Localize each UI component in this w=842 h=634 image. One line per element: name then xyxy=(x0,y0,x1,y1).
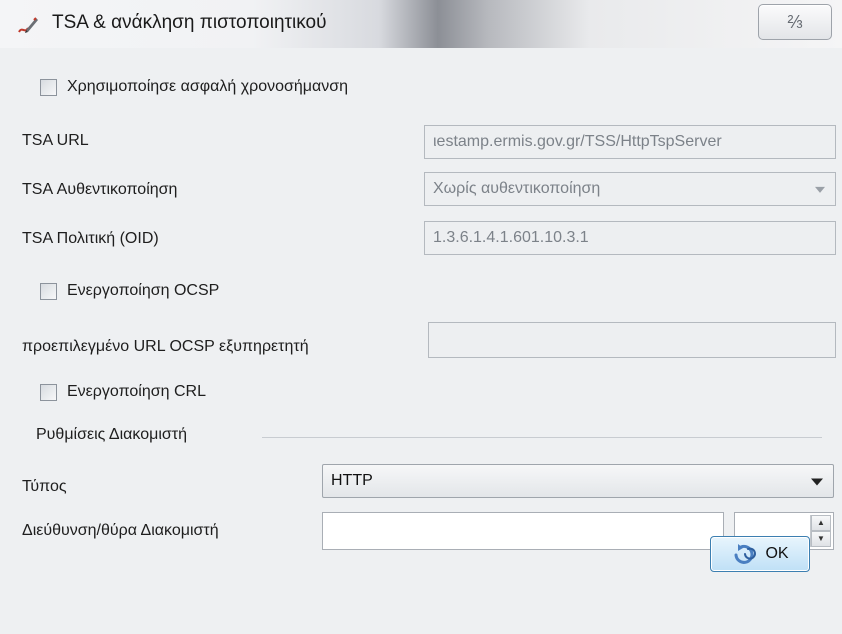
spin-down-icon[interactable]: ▼ xyxy=(811,531,831,547)
title-bar[interactable]: TSA & ανάκληση πιστοποιητικού ⅔ xyxy=(0,0,842,49)
server-address-label: Διεύθυνση/θύρα Διακομιστή xyxy=(22,522,219,539)
secure-timestamp-checkbox-row[interactable]: Χρησιμοποίησε ασφαλή χρονοσήμανση xyxy=(40,78,348,96)
close-icon: ⅔ xyxy=(787,11,803,32)
crl-checkbox[interactable] xyxy=(40,383,57,401)
spin-up-icon[interactable]: ▲ xyxy=(811,515,831,531)
secure-timestamp-checkbox[interactable] xyxy=(40,78,57,96)
tsa-policy-value: 1.3.6.1.4.1.601.10.3.1 xyxy=(433,229,589,246)
ocsp-checkbox-row[interactable]: Ενεργοποίηση OCSP xyxy=(40,282,219,300)
chevron-down-icon xyxy=(815,186,825,193)
tsa-auth-value: Χωρίς αυθεντικοποίηση xyxy=(433,180,601,197)
secure-timestamp-label: Χρησιμοποίησε ασφαλή χρονοσήμανση xyxy=(67,78,349,95)
tsa-auth-select[interactable]: Χωρίς αυθεντικοποίηση xyxy=(424,172,836,206)
group-divider xyxy=(262,437,822,438)
server-type-value: HTTP xyxy=(331,472,373,489)
window-title: TSA & ανάκληση πιστοποιητικού xyxy=(52,12,327,33)
tsa-url-value: ιestamp.ermis.gov.gr/TSS/HttpTspServer xyxy=(433,133,722,150)
port-spin-buttons: ▲ ▼ xyxy=(810,515,831,547)
tsa-dialog-window: TSA & ανάκληση πιστοποιητικού ⅔ Χρησιμοπ… xyxy=(0,0,842,634)
server-type-label: Τύπος xyxy=(22,478,67,495)
tsa-url-input[interactable]: ιestamp.ermis.gov.gr/TSS/HttpTspServer xyxy=(424,125,836,159)
ocsp-url-label: προεπιλεγμένο URL OCSP εξυπηρετητή xyxy=(22,338,309,355)
close-button[interactable]: ⅔ xyxy=(758,4,832,40)
server-address-input[interactable] xyxy=(322,512,724,550)
server-type-select[interactable]: HTTP xyxy=(322,464,834,498)
ocsp-url-input[interactable] xyxy=(428,322,836,358)
pen-signature-icon xyxy=(18,17,38,33)
ocsp-label: Ενεργοποίηση OCSP xyxy=(67,282,220,299)
tsa-auth-label: TSA Αυθεντικοποίηση xyxy=(22,181,178,198)
server-settings-title: Ρυθμίσεις Διακομιστή xyxy=(36,426,187,443)
ocsp-checkbox[interactable] xyxy=(40,282,57,300)
tsa-policy-input[interactable]: 1.3.6.1.4.1.601.10.3.1 xyxy=(424,221,836,255)
refresh-arrow-icon xyxy=(734,544,757,564)
chevron-down-icon xyxy=(811,478,823,486)
ok-button[interactable]: OK xyxy=(710,536,810,572)
ok-label: OK xyxy=(765,545,789,562)
crl-checkbox-row[interactable]: Ενεργοποίηση CRL xyxy=(40,383,206,401)
crl-label: Ενεργοποίηση CRL xyxy=(67,383,206,400)
tsa-url-label: TSA URL xyxy=(22,132,89,149)
tsa-policy-label: TSA Πολιτική (OID) xyxy=(22,230,159,247)
